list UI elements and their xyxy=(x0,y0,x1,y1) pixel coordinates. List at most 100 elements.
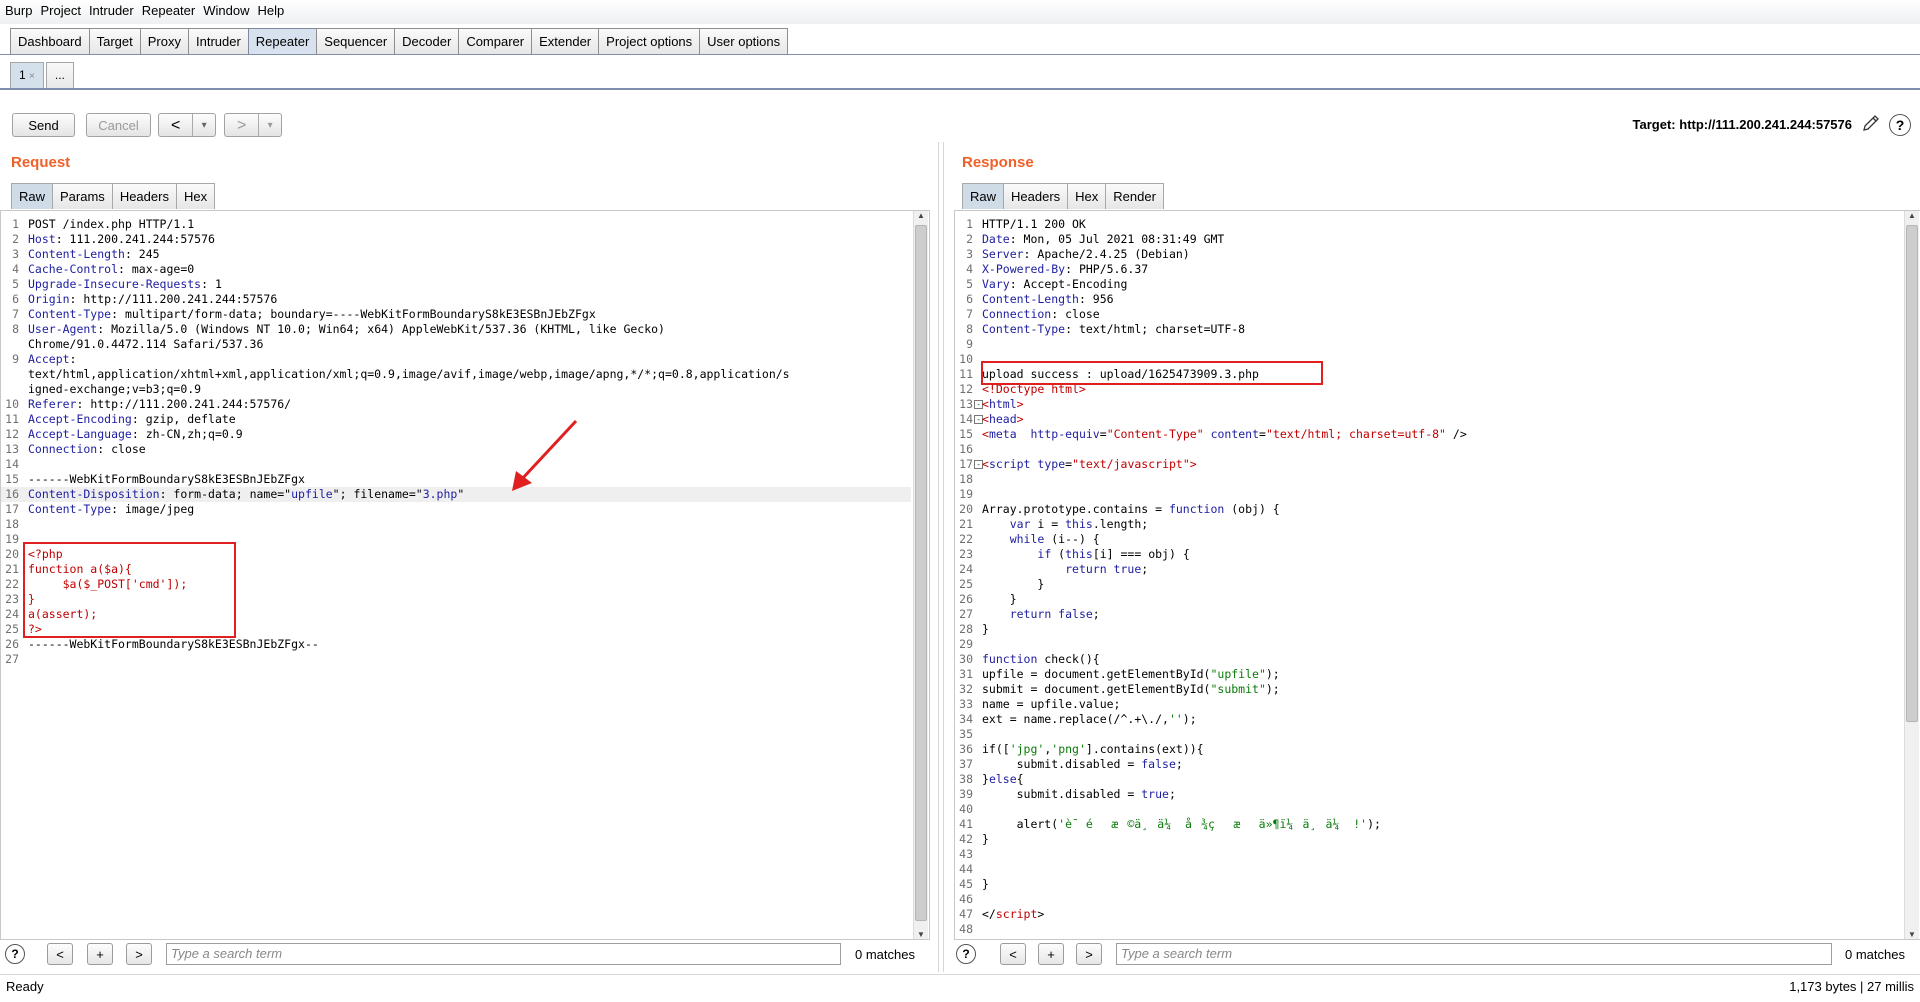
code-token: false xyxy=(1141,757,1176,771)
code-token: = xyxy=(1099,427,1107,441)
tab-project-options[interactable]: Project options xyxy=(598,28,701,55)
code-text: } xyxy=(982,592,1017,607)
code-line: 1 POST /index.php HTTP/1.1 xyxy=(1,217,911,232)
menu-item-project[interactable]: Project xyxy=(35,0,83,18)
close-icon[interactable]: × xyxy=(29,71,35,82)
code-token: i = xyxy=(1030,517,1066,531)
code-text: } xyxy=(982,622,989,637)
new-tab-label: ... xyxy=(54,68,65,82)
response-tab-render[interactable]: Render xyxy=(1105,183,1164,209)
code-line: 17- <script type="text/javascript"> xyxy=(955,457,1903,472)
line-number: 1 xyxy=(966,217,973,231)
line-number: 4 xyxy=(966,262,973,276)
line-number: 30 xyxy=(959,652,973,666)
line-number: 23 xyxy=(5,592,19,606)
tab-intruder[interactable]: Intruder xyxy=(187,28,249,55)
code-line: 43 xyxy=(955,847,1903,862)
code-line: 48 xyxy=(955,922,1903,937)
code-token: ); xyxy=(1182,712,1197,726)
response-editor[interactable]: 1 HTTP/1.1 200 OK 2 Date: Mon, 05 Jul 2021 … xyxy=(954,210,1920,940)
code-line: 25 } xyxy=(955,577,1903,592)
scroll-up-icon[interactable]: ▲ xyxy=(1905,211,1919,220)
code-token: Content-Type xyxy=(28,502,112,516)
help-icon[interactable]: ? xyxy=(956,944,976,964)
code-token: upfile xyxy=(291,487,333,501)
repeater-tab-1[interactable]: 1 × xyxy=(10,62,44,89)
scroll-up-icon[interactable]: ▲ xyxy=(914,211,928,220)
code-token: text/html,application/xhtml+xml,applicat… xyxy=(28,367,790,381)
search-add-button[interactable]: + xyxy=(1038,943,1064,965)
request-search-input[interactable]: Type a search term xyxy=(166,943,841,965)
code-text: submit.disabled = true; xyxy=(982,787,1176,802)
cancel-button[interactable]: Cancel xyxy=(86,113,151,137)
line-number: 14 xyxy=(959,412,973,426)
tab-sequencer[interactable]: Sequencer xyxy=(316,28,396,55)
search-next-button[interactable]: > xyxy=(126,943,152,965)
code-text: Content-Type: multipart/form-data; bound… xyxy=(28,307,596,322)
scroll-down-icon[interactable]: ▼ xyxy=(914,930,928,939)
line-number: 33 xyxy=(959,697,973,711)
request-tab-hex[interactable]: Hex xyxy=(175,183,216,209)
tab-target[interactable]: Target xyxy=(88,28,141,55)
code-token: Chrome/91.0.4472.114 Safari/537.36 xyxy=(28,337,264,351)
repeater-tab-new[interactable]: ... xyxy=(45,62,74,89)
response-tab-headers[interactable]: Headers xyxy=(1003,183,1069,209)
search-prev-button[interactable]: < xyxy=(1000,943,1026,965)
line-number: 22 xyxy=(959,532,973,546)
pencil-icon[interactable] xyxy=(1860,113,1882,135)
tab-proxy[interactable]: Proxy xyxy=(139,28,189,55)
back-button[interactable]: < ▾ xyxy=(158,113,216,137)
line-number: 21 xyxy=(5,562,19,576)
line-number: 25 xyxy=(959,577,973,591)
request-scroll-thumb[interactable] xyxy=(915,225,927,921)
line-number: 27 xyxy=(5,652,19,666)
response-scrollbar[interactable]: ▲ ▼ xyxy=(1904,211,1919,939)
code-token: Content-Disposition xyxy=(28,487,160,501)
request-tab-params[interactable]: Params xyxy=(52,183,113,209)
response-title: Response xyxy=(962,154,1034,171)
code-token: Upgrade-Insecure-Requests xyxy=(28,277,202,291)
code-token: meta xyxy=(988,427,1017,441)
help-icon[interactable]: ? xyxy=(1889,114,1911,136)
code-line: 35 xyxy=(955,727,1903,742)
panel-splitter[interactable] xyxy=(938,142,944,972)
scroll-down-icon[interactable]: ▼ xyxy=(1905,930,1919,939)
tab-decoder[interactable]: Decoder xyxy=(394,28,460,55)
response-search-input[interactable]: Type a search term xyxy=(1116,943,1832,965)
response-tab-raw[interactable]: Raw xyxy=(962,183,1005,209)
chevron-down-icon[interactable]: ▾ xyxy=(192,114,215,136)
line-number: 43 xyxy=(959,847,973,861)
request-tab-raw[interactable]: Raw xyxy=(11,183,54,209)
menu-item-repeater[interactable]: Repeater xyxy=(137,0,198,18)
help-icon[interactable]: ? xyxy=(5,944,25,964)
search-prev-button[interactable]: < xyxy=(47,943,73,965)
code-token: ext = name.replace(/^.+\./, xyxy=(982,712,1169,726)
chevron-down-icon[interactable]: ▾ xyxy=(258,114,281,136)
forward-button[interactable]: > ▾ xyxy=(224,113,282,137)
tab-extender[interactable]: Extender xyxy=(531,28,600,55)
request-scrollbar[interactable]: ▲ ▼ xyxy=(913,211,928,939)
tab-dashboard[interactable]: Dashboard xyxy=(10,28,90,55)
menu-item-window[interactable]: Window xyxy=(198,0,252,18)
request-tab-headers[interactable]: Headers xyxy=(111,183,177,209)
response-scroll-thumb[interactable] xyxy=(1906,225,1918,722)
response-tab-bar: Raw Headers Hex Render xyxy=(962,183,1164,209)
search-add-button[interactable]: + xyxy=(87,943,113,965)
code-text: <meta http-equiv="Content-Type" content=… xyxy=(982,427,1467,442)
request-match-count: 0 matches xyxy=(855,947,915,962)
tab-repeater[interactable]: Repeater xyxy=(247,28,318,55)
tab-user-options[interactable]: User options xyxy=(699,28,789,55)
menu-item-help[interactable]: Help xyxy=(252,0,287,18)
menu-item-intruder[interactable]: Intruder xyxy=(84,0,137,18)
line-number: 45 xyxy=(959,877,973,891)
response-tab-hex[interactable]: Hex xyxy=(1067,183,1107,209)
line-number: 20 xyxy=(5,547,19,561)
send-button[interactable]: Send xyxy=(12,113,75,137)
request-title: Request xyxy=(11,154,71,171)
tab-comparer[interactable]: Comparer xyxy=(458,28,533,55)
menu-item-burp[interactable]: Burp xyxy=(0,0,35,18)
search-next-button[interactable]: > xyxy=(1076,943,1102,965)
